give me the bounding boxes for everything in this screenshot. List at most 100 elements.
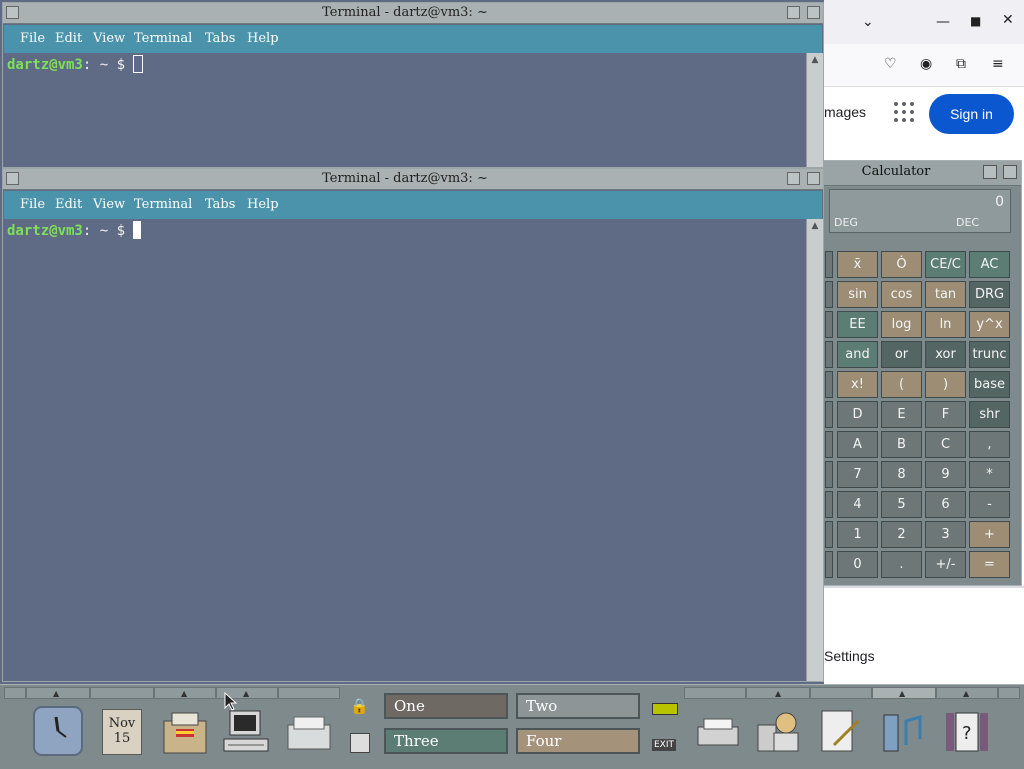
calc-key[interactable]: log	[881, 311, 922, 338]
subpanel-toggle[interactable]: ▲	[154, 687, 216, 699]
list-all-tabs-icon[interactable]: ⌄	[862, 14, 874, 30]
workspace-four-button[interactable]: Four	[516, 728, 640, 754]
menu-file[interactable]: File	[20, 31, 45, 46]
calc-key-partial[interactable]	[825, 341, 833, 368]
calc-key[interactable]: ,	[969, 431, 1010, 458]
file-manager-icon[interactable]	[158, 705, 212, 759]
maximize-button[interactable]	[807, 6, 820, 19]
calc-key[interactable]: shr	[969, 401, 1010, 428]
calc-key[interactable]: EE	[837, 311, 878, 338]
terminal-prompt[interactable]: dartz@vm3: ~ $	[7, 55, 144, 73]
panel-handle[interactable]	[4, 687, 26, 699]
calc-key[interactable]: (	[881, 371, 922, 398]
shade-button[interactable]	[983, 165, 997, 179]
calc-key-partial[interactable]	[825, 461, 833, 488]
calc-key[interactable]: -	[969, 491, 1010, 518]
menu-icon[interactable]: ≡	[992, 56, 1004, 72]
calc-key[interactable]: D	[837, 401, 878, 428]
pocket-icon[interactable]: ♡	[884, 56, 897, 72]
exit-button[interactable]: EXIT	[652, 739, 677, 751]
subpanel-toggle[interactable]: ▲	[746, 687, 810, 699]
menu-terminal[interactable]: Terminal	[134, 31, 192, 46]
calc-key[interactable]: E	[881, 401, 922, 428]
calc-key-partial[interactable]	[825, 311, 833, 338]
calc-key[interactable]: 0	[837, 551, 878, 578]
maximize-button[interactable]	[807, 172, 820, 185]
shade-button[interactable]	[787, 6, 800, 19]
terminal-prompt[interactable]: dartz@vm3: ~ $	[7, 221, 142, 239]
calendar-icon[interactable]: Nov 15	[96, 705, 150, 759]
menu-view[interactable]: View	[93, 31, 125, 46]
calc-key[interactable]: cos	[881, 281, 922, 308]
workspace-one-button[interactable]: One	[384, 693, 508, 719]
calc-key[interactable]: CE/C	[925, 251, 966, 278]
calc-key-partial[interactable]	[825, 551, 833, 578]
calc-key[interactable]: )	[925, 371, 966, 398]
subpanel-toggle[interactable]	[90, 687, 154, 699]
calc-key[interactable]: =	[969, 551, 1010, 578]
subpanel-toggle[interactable]	[810, 687, 872, 699]
calc-key[interactable]: DRG	[969, 281, 1010, 308]
calc-key[interactable]: 4	[837, 491, 878, 518]
calc-key[interactable]: trunc	[969, 341, 1010, 368]
subpanel-toggle[interactable]: ▲	[26, 687, 90, 699]
calc-key[interactable]: 6	[925, 491, 966, 518]
calc-key[interactable]: +/-	[925, 551, 966, 578]
calc-key[interactable]: A	[837, 431, 878, 458]
text-editor-icon[interactable]	[814, 705, 868, 759]
calc-key[interactable]: and	[837, 341, 878, 368]
apps-grid-icon[interactable]	[892, 100, 916, 124]
sign-in-button[interactable]: Sign in	[929, 94, 1014, 134]
menu-edit[interactable]: Edit	[55, 31, 82, 46]
terminal-scrollbar[interactable]: ▲	[806, 219, 823, 681]
menu-file[interactable]: File	[20, 197, 45, 212]
calc-key[interactable]: *	[969, 461, 1010, 488]
calc-key[interactable]: C	[925, 431, 966, 458]
calc-key[interactable]: xor	[925, 341, 966, 368]
menu-edit[interactable]: Edit	[55, 197, 82, 212]
audio-icon[interactable]	[876, 705, 930, 759]
printer-icon[interactable]	[692, 705, 746, 759]
lock-icon[interactable]: 🔒	[350, 697, 369, 715]
calc-key[interactable]: B	[881, 431, 922, 458]
terminal-titlebar[interactable]: Terminal - dartz@vm3: ~	[3, 3, 823, 24]
mail-icon[interactable]	[282, 705, 336, 759]
images-link[interactable]: mages	[824, 104, 866, 120]
menu-help[interactable]: Help	[247, 197, 279, 212]
calc-key[interactable]: x!	[837, 371, 878, 398]
calc-key[interactable]: y^x	[969, 311, 1010, 338]
calc-key-partial[interactable]	[825, 401, 833, 428]
help-manager-icon[interactable]: ?	[940, 705, 994, 759]
workspace-manager-icon[interactable]	[350, 733, 370, 753]
shade-button[interactable]	[787, 172, 800, 185]
calc-key[interactable]: 1	[837, 521, 878, 548]
calc-key[interactable]: .	[881, 551, 922, 578]
calc-key-partial[interactable]	[825, 281, 833, 308]
calc-key[interactable]: AC	[969, 251, 1010, 278]
calc-key[interactable]: sin	[837, 281, 878, 308]
subpanel-toggle[interactable]: ▲	[872, 687, 936, 699]
menu-view[interactable]: View	[93, 197, 125, 212]
menu-terminal[interactable]: Terminal	[134, 197, 192, 212]
workspace-three-button[interactable]: Three	[384, 728, 508, 754]
terminal-scrollbar[interactable]: ▲	[806, 53, 823, 167]
clock-icon[interactable]	[32, 705, 86, 759]
calc-key[interactable]: 2	[881, 521, 922, 548]
calc-key[interactable]: 5	[881, 491, 922, 518]
subpanel-toggle[interactable]	[278, 687, 340, 699]
calc-key[interactable]: Ȯ	[881, 251, 922, 278]
close-icon[interactable]: ✕	[1002, 12, 1014, 28]
workspace-two-button[interactable]: Two	[516, 693, 640, 719]
maximize-icon[interactable]: ■	[970, 13, 981, 29]
calc-key[interactable]: F	[925, 401, 966, 428]
maximize-button[interactable]	[1003, 165, 1017, 179]
terminal-titlebar[interactable]: Terminal - dartz@vm3: ~	[3, 169, 823, 190]
calc-key[interactable]: 7	[837, 461, 878, 488]
account-icon[interactable]: ◉	[920, 56, 932, 72]
calc-key-partial[interactable]	[825, 521, 833, 548]
menu-tabs[interactable]: Tabs	[205, 31, 235, 46]
settings-link[interactable]: Settings	[824, 648, 875, 664]
calc-key-partial[interactable]	[825, 491, 833, 518]
calc-key[interactable]: 9	[925, 461, 966, 488]
scroll-up-icon[interactable]: ▲	[810, 55, 820, 65]
